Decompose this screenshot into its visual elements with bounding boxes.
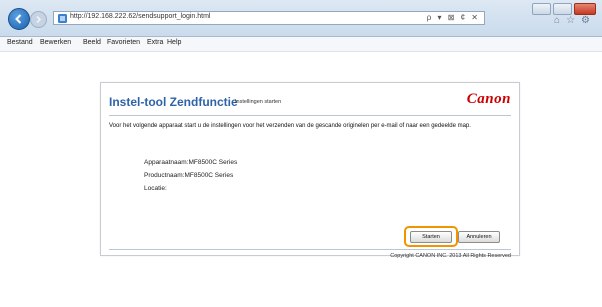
home-icon[interactable]: ⌂ xyxy=(554,15,566,26)
back-button[interactable] xyxy=(8,8,30,30)
product-name: Productnaam:MF8500C Series xyxy=(144,172,234,179)
menu-edit[interactable]: Bewerken xyxy=(40,39,71,46)
arrow-left-icon xyxy=(15,14,22,24)
dialog-subtitle: Instellingen starten xyxy=(235,99,282,105)
url-text: http://192.168.222.62/sendsupport_login.… xyxy=(70,13,211,20)
forward-button[interactable] xyxy=(30,11,47,28)
divider xyxy=(109,249,511,250)
close-button[interactable] xyxy=(574,3,596,15)
address-bar[interactable]: http://192.168.222.62/sendsupport_login.… xyxy=(53,11,485,25)
favorites-star-icon[interactable]: ☆ xyxy=(566,15,581,26)
copyright: Copyright CANON INC. 2013 All Rights Res… xyxy=(390,253,511,259)
menu-favorites[interactable]: Favorieten xyxy=(107,39,140,46)
setup-dialog: Instel-tool Zendfunctie Instellingen sta… xyxy=(100,82,520,259)
menu-view[interactable]: Beeld xyxy=(83,39,101,46)
intro-text: Voor het volgende apparaat start u de in… xyxy=(109,123,471,129)
address-controls[interactable]: ρ ▾ ⊠ ¢ ✕ xyxy=(427,13,480,22)
menu-bar: Bestand Bewerken Beeld Favorieten Extra … xyxy=(0,37,602,52)
device-name: Apparaatnaam:MF8500C Series xyxy=(144,159,238,166)
canon-logo: Canon xyxy=(466,91,511,107)
cancel-button[interactable]: Annuleren xyxy=(458,231,500,243)
site-icon xyxy=(58,14,67,23)
dialog-title: Instel-tool Zendfunctie xyxy=(109,95,238,109)
toolbar-icons[interactable]: ⌂☆⚙ xyxy=(554,15,596,26)
divider xyxy=(109,115,511,116)
browser-titlebar: http://192.168.222.62/sendsupport_login.… xyxy=(0,0,602,37)
gear-icon[interactable]: ⚙ xyxy=(581,15,596,26)
menu-file[interactable]: Bestand xyxy=(7,39,33,46)
maximize-button[interactable] xyxy=(553,3,572,15)
menu-help[interactable]: Help xyxy=(167,39,181,46)
start-button[interactable]: Starten xyxy=(410,231,452,243)
window-controls xyxy=(532,3,596,15)
minimize-button[interactable] xyxy=(532,3,551,15)
page-content: Instel-tool Zendfunctie Instellingen sta… xyxy=(0,52,602,307)
menu-tools[interactable]: Extra xyxy=(147,39,163,46)
arrow-right-icon xyxy=(36,15,42,24)
location: Locatie: xyxy=(144,185,167,192)
